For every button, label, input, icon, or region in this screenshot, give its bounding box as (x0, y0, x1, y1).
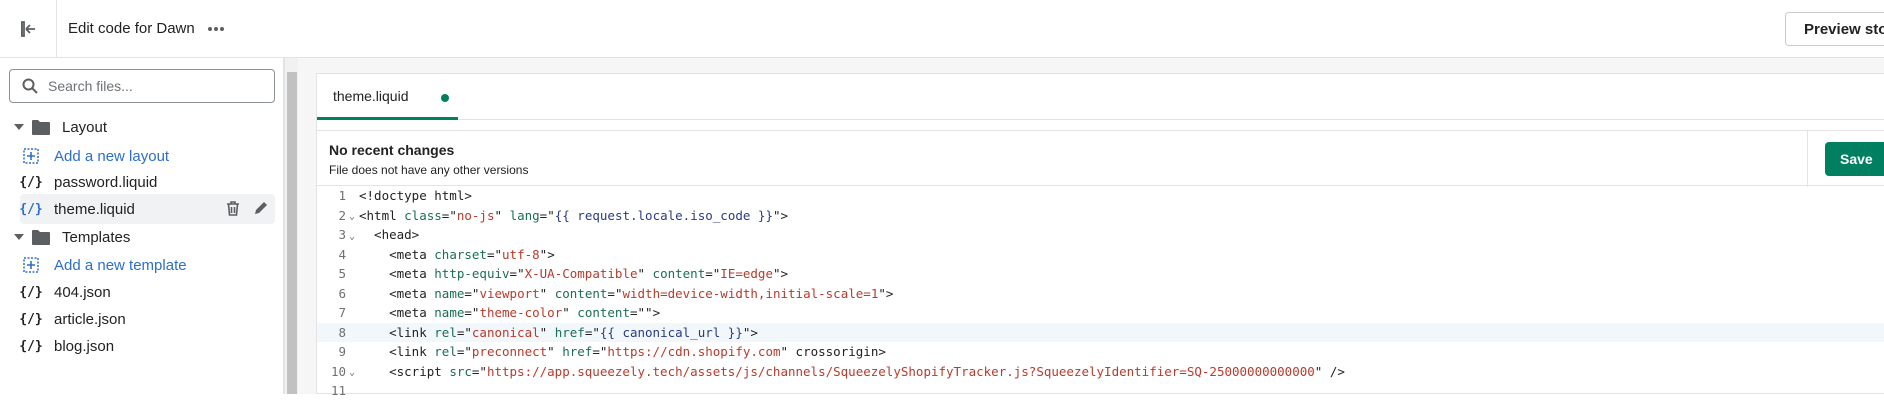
file-label: blog.json (54, 337, 115, 355)
delete-icon[interactable] (225, 200, 241, 222)
version-divider (1807, 131, 1808, 187)
line-number: 7 (338, 305, 346, 321)
code-line[interactable]: 6 <meta name="viewport" content="width=d… (317, 284, 1884, 304)
file-label: article.json (54, 310, 126, 328)
unsaved-dot-icon (441, 94, 449, 102)
folder-layout[interactable]: Layout (0, 112, 284, 142)
page-title: Edit code for Dawn (68, 20, 195, 37)
caret-down-icon (14, 233, 24, 241)
fold-chevron-icon (346, 292, 358, 295)
fold-chevron-icon (346, 311, 358, 314)
editor-area: theme.liquid No recent changes File does… (298, 58, 1884, 398)
folder-label: Layout (62, 118, 108, 136)
line-number: 4 (338, 246, 346, 262)
code-line[interactable]: 4 <meta charset="utf-8"> (317, 245, 1884, 265)
line-number: 1 (338, 188, 346, 204)
top-bar: Edit code for Dawn Preview store (0, 0, 1884, 58)
topbar-divider (56, 0, 57, 58)
add-file-icon (20, 257, 42, 273)
code-line[interactable]: 1 <!doctype html> (317, 186, 1884, 206)
fold-chevron-icon[interactable]: ⌄ (346, 208, 358, 222)
file-item-password-liquid[interactable]: {/} password.liquid (19, 167, 275, 197)
line-number: 8 (338, 324, 346, 340)
search-input[interactable] (48, 78, 248, 94)
code-file-icon: {/} (19, 311, 43, 327)
folder-label: Templates (62, 228, 131, 246)
tab-label: theme.liquid (333, 87, 409, 104)
code-text: <script src="https://app.squeezely.tech/… (359, 363, 1345, 379)
code-line[interactable]: 3 ⌄ <head> (317, 225, 1884, 245)
code-text: <html class="no-js" lang="{{ request.loc… (359, 207, 789, 223)
folder-templates[interactable]: Templates (0, 222, 284, 252)
file-item-theme-liquid[interactable]: {/} theme.liquid (19, 194, 275, 224)
rename-pencil-icon[interactable] (253, 200, 269, 222)
add-layout-label: Add a new layout (54, 147, 170, 165)
fold-chevron-icon[interactable]: ⌄ (346, 364, 358, 378)
line-number: 10 (330, 363, 346, 379)
code-line[interactable]: 9 <link rel="preconnect" href="https://c… (317, 342, 1884, 362)
code-text: <meta name="viewport" content="width=dev… (359, 285, 894, 301)
code-text: <meta http-equiv="X-UA-Compatible" conte… (359, 266, 789, 282)
file-sidebar: Layout Add a new layout {/} password.liq… (0, 58, 284, 394)
fold-chevron-icon[interactable]: ⌄ (346, 228, 358, 242)
code-editor[interactable]: 1 <!doctype html> 2 ⌄ <html class="no-js" la… (317, 186, 1884, 398)
file-item-404-json[interactable]: {/} 404.json (19, 277, 275, 307)
folder-icon (32, 119, 50, 135)
file-item-blog-json[interactable]: {/} blog.json (19, 331, 275, 361)
editor-panel: theme.liquid No recent changes File does… (316, 73, 1884, 398)
code-text: <meta charset="utf-8"> (359, 246, 555, 262)
line-number: 11 (330, 383, 346, 399)
code-file-icon: {/} (19, 201, 43, 217)
preview-store-button[interactable]: Preview store (1785, 12, 1884, 46)
code-line[interactable]: 2 ⌄ <html class="no-js" lang="{{ request.l… (317, 206, 1884, 226)
code-line[interactable]: 5 <meta http-equiv="X-UA-Compatible" con… (317, 264, 1884, 284)
line-number: 9 (338, 344, 346, 360)
code-text: <link rel="canonical" href="{{ canonical… (359, 324, 758, 340)
exit-icon[interactable] (14, 16, 42, 42)
fold-chevron-icon (346, 331, 358, 334)
add-file-icon (20, 148, 42, 164)
folder-icon (32, 229, 50, 245)
fold-chevron-icon (346, 272, 358, 275)
add-template-label: Add a new template (54, 256, 187, 274)
add-template-link[interactable]: Add a new template (20, 250, 275, 280)
code-line[interactable]: 10 ⌄ <script src="https://app.squeezely.t… (317, 362, 1884, 382)
file-item-article-json[interactable]: {/} article.json (19, 304, 275, 334)
file-label: 404.json (54, 283, 111, 301)
code-file-icon: {/} (19, 284, 43, 300)
code-line[interactable]: 7 <meta name="theme-color" content=""> (317, 303, 1884, 323)
more-actions-icon[interactable] (205, 18, 227, 40)
scrollbar-thumb[interactable] (287, 72, 297, 394)
code-text: <!doctype html> (359, 188, 472, 204)
version-bar: No recent changes File does not have any… (317, 130, 1884, 187)
changes-subtitle: File does not have any other versions (329, 163, 529, 177)
sidebar-scrollbar[interactable] (284, 58, 298, 394)
code-file-icon: {/} (19, 338, 43, 354)
code-text: <meta name="theme-color" content=""> (359, 305, 661, 321)
code-text: <link rel="preconnect" href="https://cdn… (359, 344, 886, 360)
fold-chevron-icon (346, 253, 358, 256)
fold-chevron-icon (346, 389, 358, 392)
search-field[interactable] (9, 69, 275, 103)
line-number: 2 (338, 207, 346, 223)
editor-tabs: theme.liquid (317, 74, 1884, 120)
line-number: 6 (338, 285, 346, 301)
line-number: 5 (338, 266, 346, 282)
save-button[interactable]: Save (1825, 142, 1884, 176)
code-file-icon: {/} (19, 174, 43, 190)
fold-chevron-icon (346, 350, 358, 353)
code-line[interactable]: 11 (317, 381, 1884, 401)
search-icon (22, 78, 38, 94)
code-text: <head> (359, 227, 420, 243)
changes-title: No recent changes (329, 142, 455, 158)
caret-down-icon (14, 123, 24, 131)
line-number: 3 (338, 227, 346, 243)
file-label: theme.liquid (54, 200, 135, 218)
code-line[interactable]: 8 <link rel="canonical" href="{{ canonic… (317, 322, 1884, 342)
fold-chevron-icon (346, 194, 358, 197)
tab-theme-liquid[interactable]: theme.liquid (317, 74, 458, 120)
file-label: password.liquid (54, 173, 158, 191)
